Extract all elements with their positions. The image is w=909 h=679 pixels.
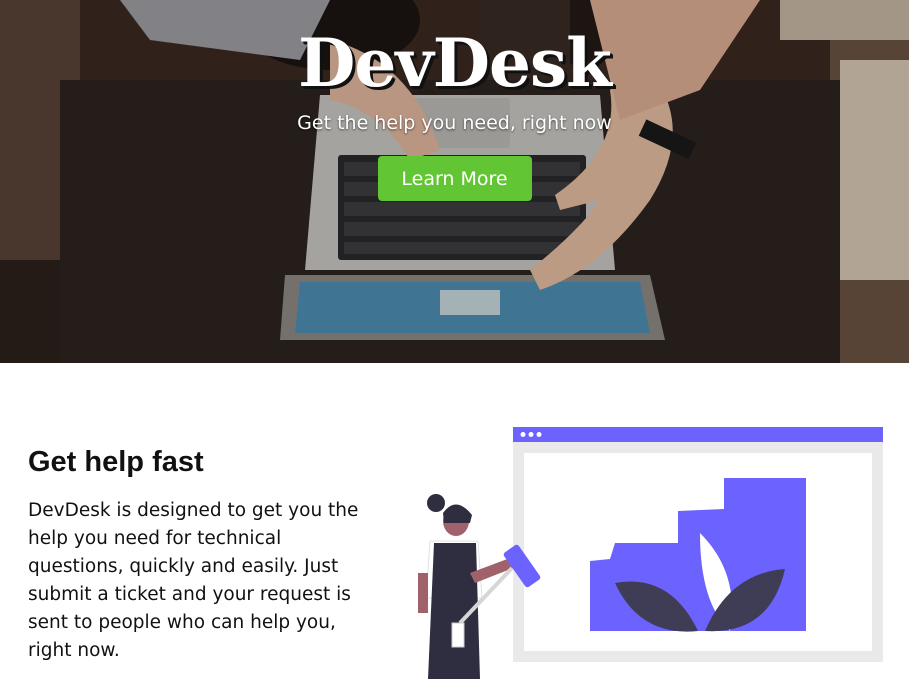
learn-more-button[interactable]: Learn More bbox=[377, 156, 532, 201]
painter-illustration bbox=[418, 427, 883, 679]
feature-description: DevDesk is designed to get you the help … bbox=[28, 499, 359, 661]
feature-title: Get help fast bbox=[28, 446, 204, 478]
hero-content: DevDesk Get the help you need, right now… bbox=[0, 0, 909, 363]
brand-logo: DevDesk bbox=[298, 24, 612, 102]
hero-section: DevDesk Get the help you need, right now… bbox=[0, 0, 909, 363]
feature-text-block: Get help fast DevDesk is designed to get… bbox=[28, 446, 378, 665]
feature-section: Get help fast DevDesk is designed to get… bbox=[0, 363, 909, 679]
hero-tagline: Get the help you need, right now bbox=[297, 112, 612, 134]
